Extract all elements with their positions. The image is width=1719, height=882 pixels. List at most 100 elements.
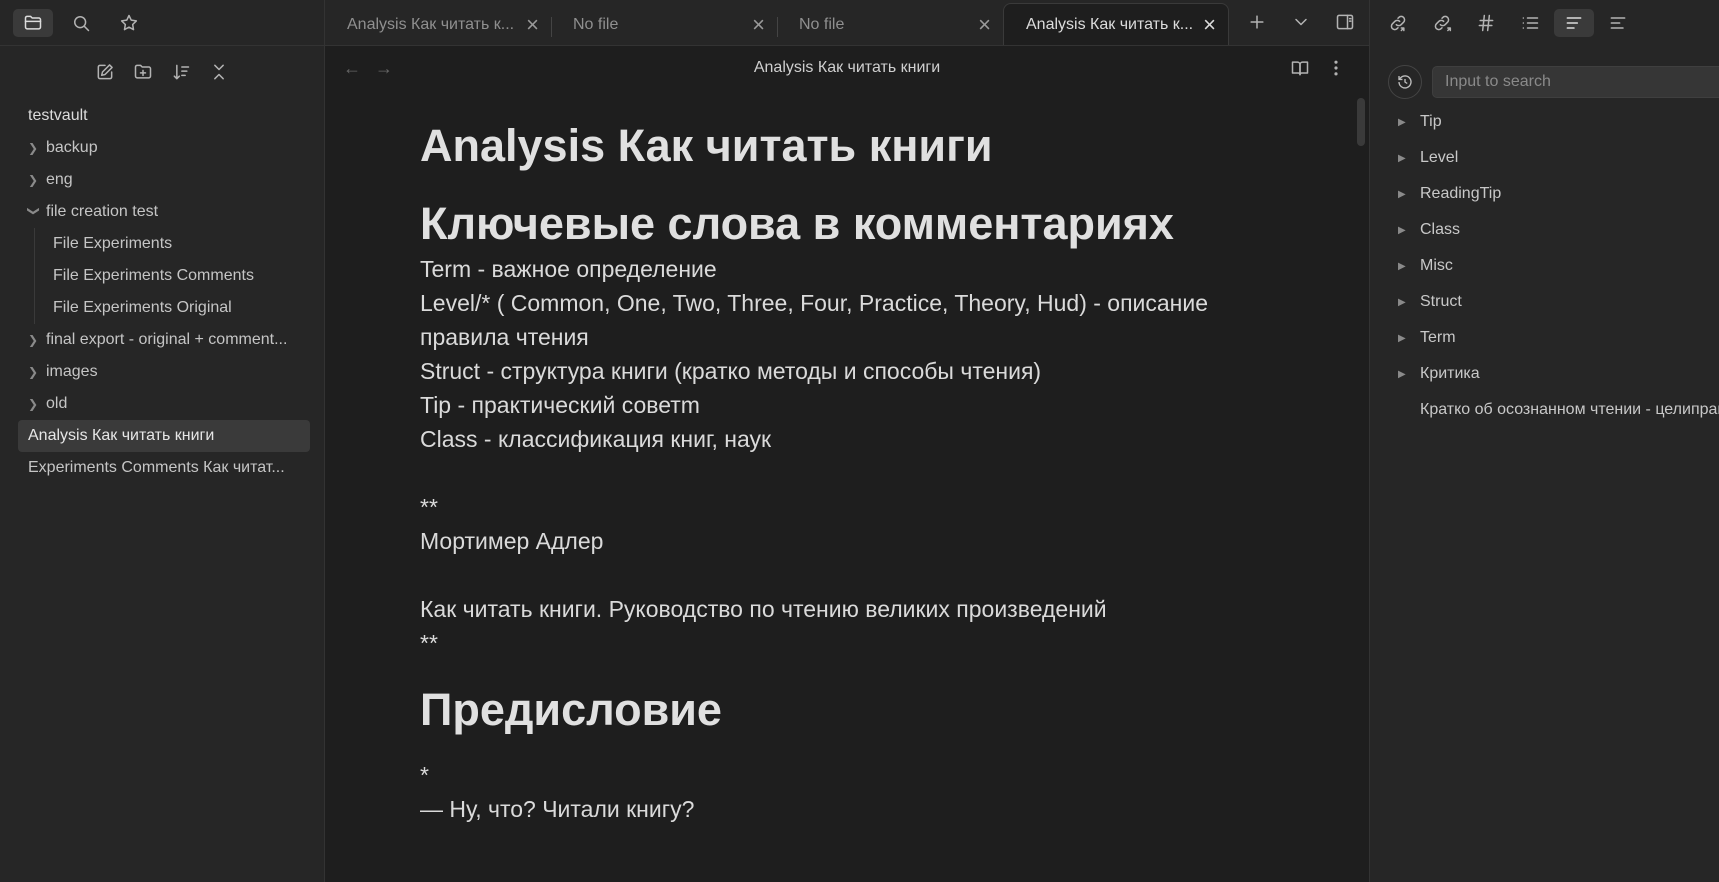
outline-item-term[interactable]: ▶ Term (1398, 320, 1719, 356)
tab-tools (1237, 0, 1365, 45)
tab-title: No file (799, 16, 845, 33)
file-analysis[interactable]: Analysis Как читать книги (18, 420, 310, 452)
folder-label: eng (46, 171, 73, 188)
left-sidebar: testvault ❯ backup ❯ eng ❯ file creation te… (0, 0, 325, 882)
tab-list-button[interactable] (1281, 8, 1321, 36)
heading-preface: Предисловие (420, 684, 722, 735)
close-icon[interactable]: × (526, 14, 539, 36)
more-vertical-icon (1334, 60, 1338, 76)
line-stars: ** (420, 494, 438, 520)
outline-label: Class (1420, 221, 1461, 238)
toggle-right-sidebar-button[interactable] (1325, 8, 1365, 36)
chevron-down-icon (1295, 18, 1307, 26)
list-icon (1522, 17, 1539, 29)
outline-label: правила (1690, 401, 1719, 418)
outgoing-links-button[interactable] (1422, 9, 1462, 37)
view-actions (1285, 54, 1351, 82)
outline-item-critique[interactable]: ▶ Критика (1398, 356, 1719, 392)
folder-eng[interactable]: ❯ eng (18, 164, 324, 196)
scrollbar-thumb[interactable] (1357, 98, 1365, 146)
folder-images[interactable]: ❯ images (18, 356, 324, 388)
line-book: Как читать книги. Руководство по чтению … (420, 596, 1107, 622)
tags-button[interactable] (1466, 9, 1506, 37)
folder-file-creation-test[interactable]: ❯ file creation test (18, 196, 324, 228)
file-file-experiments[interactable]: File Experiments (34, 228, 324, 260)
new-note-button[interactable] (89, 58, 121, 86)
file-explorer-button[interactable] (13, 8, 53, 37)
outline-item-level[interactable]: ▶ Level (1398, 140, 1719, 176)
caret-right-icon: ▶ (1398, 116, 1406, 128)
folder-old[interactable]: ❯ old (18, 388, 324, 420)
caret-right-icon: ▶ (1398, 296, 1406, 308)
line-tip: Tip - практический советm (420, 392, 700, 418)
sidebar-right-icon (1336, 14, 1354, 30)
outline-label: Критика (1420, 365, 1480, 382)
line-dialog: — Ну, что? Читали книгу? (420, 796, 695, 822)
outline-item-class[interactable]: ▶ Class (1398, 212, 1719, 248)
backlinks-button[interactable] (1378, 9, 1418, 37)
outline-item-readingtip[interactable]: ▶ ReadingTip (1398, 176, 1719, 212)
plus-icon (1250, 15, 1264, 29)
reading-view-button[interactable] (1285, 54, 1315, 82)
outline-item-tip[interactable]: ▶ Tip (1398, 104, 1719, 140)
new-folder-button[interactable] (127, 58, 159, 86)
file-file-experiments-original[interactable]: File Experiments Original (34, 292, 324, 324)
file-file-experiments-comments[interactable]: File Experiments Comments (34, 260, 324, 292)
folder-backup[interactable]: ❯ backup (18, 132, 324, 164)
outline-button[interactable] (1554, 9, 1594, 37)
line-term: Term - важное определение (420, 256, 717, 282)
file-label: Experiments Comments Как читат... (28, 459, 285, 476)
hash-icon (1478, 14, 1494, 32)
history-button[interactable] (1388, 65, 1422, 99)
outline-item-summary[interactable]: Кратко об осознанном чтении - цели прави… (1398, 392, 1719, 422)
folder-label: old (46, 395, 68, 412)
folder-icon (24, 15, 42, 30)
outline-search-input[interactable] (1432, 66, 1719, 98)
tab-analysis-active[interactable]: Analysis Как читать к... × (1003, 3, 1229, 45)
line-author: Мортимер Адлер (420, 528, 604, 554)
sort-button[interactable] (165, 58, 197, 86)
close-icon[interactable]: × (752, 14, 765, 36)
collapse-all-button[interactable] (203, 58, 235, 86)
caret-right-icon: ▶ (1398, 368, 1406, 380)
book-open-icon (1291, 61, 1309, 76)
close-icon[interactable]: × (978, 14, 991, 36)
tab-title: Analysis Как читать к... (347, 16, 515, 33)
line-class: Class - классификация книг, наук (420, 426, 772, 452)
search-button[interactable] (61, 9, 101, 37)
link-out-icon (1434, 15, 1452, 32)
tab-title: Analysis Как читать к... (1026, 15, 1194, 33)
navigation: ← → (343, 58, 393, 79)
caret-right-icon: ▶ (1398, 188, 1406, 200)
outline-label: ReadingTip (1420, 185, 1502, 202)
file-label: File Experiments Comments (53, 267, 254, 284)
folder-plus-icon (134, 64, 152, 79)
file-experiments-comments[interactable]: Experiments Comments Как читат... (18, 452, 324, 484)
bookmarks-button[interactable] (109, 9, 149, 37)
back-arrow-icon[interactable]: ← (343, 58, 361, 79)
chevron-right-icon: ❯ (28, 365, 39, 379)
forward-arrow-icon[interactable]: → (375, 58, 393, 79)
tab-no-file-1[interactable]: No file × (551, 5, 777, 45)
folder-final-export[interactable]: ❯ final export - original + comment... (18, 324, 324, 356)
outline-item-misc[interactable]: ▶ Misc (1398, 248, 1719, 284)
list-button[interactable] (1510, 9, 1550, 37)
edit-icon (97, 64, 113, 80)
more-options-button[interactable] (1321, 54, 1351, 82)
new-tab-button[interactable] (1237, 8, 1277, 36)
outline-alt-button[interactable] (1598, 9, 1638, 37)
vault-name[interactable]: testvault (18, 100, 324, 132)
tab-analysis-1[interactable]: Analysis Как читать к... × (325, 5, 551, 45)
close-icon[interactable]: × (1203, 13, 1216, 36)
file-label: File Experiments Original (53, 299, 232, 316)
outline-item-struct[interactable]: ▶ Struct (1398, 284, 1719, 320)
tab-no-file-2[interactable]: No file × (777, 5, 1003, 45)
document-content[interactable]: Analysis Как читать книги Ключевые слова… (420, 118, 1270, 826)
outline-label: Term (1420, 329, 1456, 346)
right-sidebar: ▶ Tip ▶ Level ▶ ReadingTip ▶ Class ▶ Misc ▶ St… (1369, 0, 1719, 882)
sort-icon (173, 64, 190, 80)
outline-label: Кратко об осознанном чтении - цели (1420, 401, 1691, 418)
history-icon (1398, 75, 1412, 89)
